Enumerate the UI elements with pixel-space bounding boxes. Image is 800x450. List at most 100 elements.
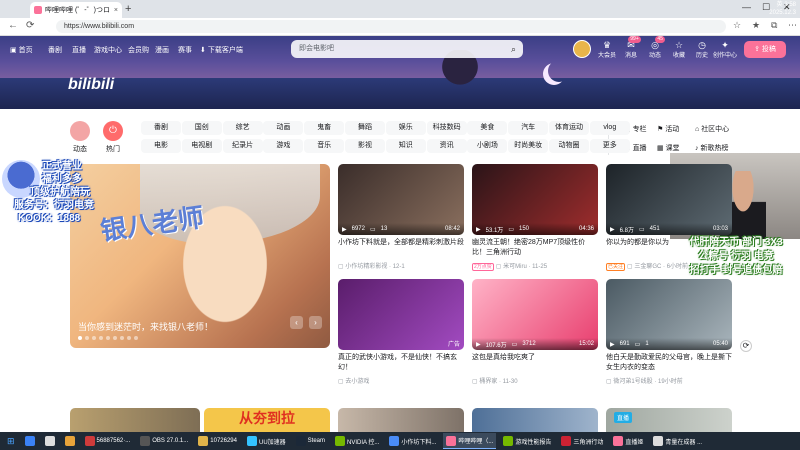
channel-row2-1[interactable]: 电视剧 xyxy=(181,139,222,153)
nav-live[interactable]: 直播 xyxy=(72,45,86,55)
taskbar-app[interactable]: 青量在成器 ... xyxy=(650,433,705,449)
back-button[interactable]: ← xyxy=(8,20,18,31)
nav-home[interactable]: ▣ 首页 xyxy=(10,45,33,55)
taskbar-app[interactable] xyxy=(42,433,58,449)
browser-tab[interactable]: 哔哩哔哩 (゜-゜)つロ 干杯~-bilibili × xyxy=(30,2,122,18)
tab-close-icon[interactable]: × xyxy=(114,7,118,14)
channel-row1-8[interactable]: 美食 xyxy=(467,121,508,135)
video-title[interactable]: 幽灵流王朝！绝密28万MP7顶级性价比！三角洲行动 xyxy=(472,238,598,258)
video-title[interactable]: 你以为的都是你以为 xyxy=(606,238,732,258)
video-thumbnail[interactable]: ▶ 6.8万 ▭ 451 03:03 xyxy=(606,164,732,235)
carousel-dot[interactable] xyxy=(106,336,110,340)
channel-row2-8[interactable]: 小剧场 xyxy=(467,139,508,153)
header-favorites[interactable]: ☆ 收藏 xyxy=(669,40,689,61)
partial-card-1[interactable] xyxy=(70,408,200,432)
channel-row2-10[interactable]: 动物圈 xyxy=(549,139,589,153)
taskbar-app[interactable]: NVIDIA 控... xyxy=(332,433,382,449)
reload-button[interactable]: ⟳ xyxy=(26,20,34,31)
carousel-caption[interactable]: 当你感到迷茫时，来找银八老师！ xyxy=(78,320,213,333)
bilibili-logo[interactable]: bilibili xyxy=(68,76,114,94)
carousel-dot[interactable] xyxy=(92,336,96,340)
taskbar-app[interactable] xyxy=(62,433,78,449)
taskbar-app[interactable]: 哔哩哔哩（... xyxy=(443,433,497,449)
nav-comic[interactable]: 漫画 xyxy=(155,45,169,55)
favorites-icon[interactable]: ★ xyxy=(752,20,760,31)
video-thumbnail[interactable]: ▶ 53.1万 ▭ 150 04:36 xyxy=(472,164,598,235)
video-card[interactable]: ▶ 691 ▭ 1 05:40 他白天是勤政爱民的父母官，晚上是撕下女生内衣的变态 ▢ 微河… xyxy=(606,279,732,385)
channel-row1-11[interactable]: vlog xyxy=(589,121,630,135)
carousel-dot[interactable] xyxy=(99,336,103,340)
channel-row2-6[interactable]: 知识 xyxy=(385,139,426,153)
channel-row1-4[interactable]: 鬼畜 xyxy=(304,121,345,135)
start-button[interactable]: ⊞ xyxy=(4,433,18,449)
video-card[interactable]: ▶ 107.6万 ▭ 3712 15:02 这包是真给我吃爽了 ▢ 桶界家 · 11-30 xyxy=(472,279,598,385)
video-title[interactable]: 这包是真给我吃爽了 xyxy=(472,353,598,373)
video-meta[interactable]: 已关注 ▢ 三金聊GC · 6小时前 xyxy=(606,261,732,271)
channel-row1-0[interactable]: 番剧 xyxy=(141,121,181,135)
channel-row2-5[interactable]: 影视 xyxy=(345,139,385,153)
partial-card-5[interactable]: 直播 xyxy=(606,408,732,432)
search-input[interactable]: 即会电影吧 ⌕ xyxy=(291,40,523,58)
channel-row2-4[interactable]: 音乐 xyxy=(304,139,345,153)
side-link-community[interactable]: ⌂ 社区中心 xyxy=(695,124,729,134)
nav-mall[interactable]: 会员购 xyxy=(128,45,149,55)
nav-anime[interactable]: 番剧 xyxy=(48,45,62,55)
upload-button[interactable]: ⇪ 投稿 xyxy=(744,41,786,58)
side-link-activity[interactable]: ⚑ 活动 xyxy=(657,124,679,134)
system-tray[interactable]: 英 3:58 2025.12.3 xyxy=(769,1,796,17)
user-avatar[interactable] xyxy=(573,40,591,58)
taskbar-app[interactable]: OBS 27.0.1... xyxy=(137,433,191,449)
hot-circle-icon[interactable]: ⏻ xyxy=(103,121,123,141)
channel-row1-3[interactable]: 动画 xyxy=(263,121,304,135)
partial-card-4[interactable] xyxy=(472,408,598,432)
video-meta[interactable]: 2万点赞 ▢ 米可Miru · 11-25 xyxy=(472,261,598,271)
taskbar-app[interactable]: 小作坊下料... xyxy=(386,433,439,449)
video-title[interactable]: 小作坊下料就是，全部都是精彩刺激片段 xyxy=(338,238,464,258)
video-meta[interactable]: ▢ 桶界家 · 11-30 xyxy=(472,376,598,385)
channel-row2-7[interactable]: 资讯 xyxy=(426,139,467,153)
channel-row2-2[interactable]: 纪录片 xyxy=(222,139,263,153)
minimize-button[interactable]: — xyxy=(742,2,751,12)
channel-row1-10[interactable]: 体育运动 xyxy=(549,121,589,135)
video-title[interactable]: 真正的武侠小游戏，不是仙侠！不搞玄幻！ xyxy=(338,353,464,373)
video-thumbnail[interactable]: ▶ 107.6万 ▭ 3712 15:02 xyxy=(472,279,598,350)
channel-row2-0[interactable]: 电影 xyxy=(141,139,181,153)
carousel-prev-button[interactable]: ‹ xyxy=(290,316,303,329)
channel-row2-3[interactable]: 游戏 xyxy=(263,139,304,153)
channel-row1-9[interactable]: 汽车 xyxy=(508,121,549,135)
header-history[interactable]: ◷ 历史 xyxy=(692,40,712,61)
header-messages[interactable]: ✉ 99+ 消息 xyxy=(621,36,641,61)
channel-row2-11[interactable]: 更多 xyxy=(589,139,630,153)
taskbar-app[interactable] xyxy=(22,433,38,449)
video-meta[interactable]: ▢ 小作坊精彩影视 · 12-1 xyxy=(338,261,464,270)
carousel-dot[interactable] xyxy=(113,336,117,340)
nav-download[interactable]: ⬇ 下载客户端 xyxy=(200,45,243,55)
header-vip[interactable]: ♛ 大会员 xyxy=(597,40,617,61)
taskbar-app[interactable]: 游戏性能报告 xyxy=(500,433,554,449)
taskbar-app[interactable]: 直播姬 xyxy=(610,433,646,449)
taskbar-app[interactable]: Steam xyxy=(293,433,328,449)
search-icon[interactable]: ⌕ xyxy=(511,40,516,58)
nav-game-center[interactable]: 游戏中心 xyxy=(94,45,122,55)
video-meta[interactable]: ▢ 去小游戏 xyxy=(338,376,464,385)
carousel-dot[interactable] xyxy=(134,336,138,340)
new-tab-button[interactable]: + xyxy=(125,3,131,15)
carousel-dot[interactable] xyxy=(120,336,124,340)
channel-row1-5[interactable]: 舞蹈 xyxy=(345,121,385,135)
taskbar-app[interactable]: 三角洲行动 xyxy=(558,433,606,449)
more-menu-icon[interactable]: ⋯ xyxy=(788,20,797,31)
video-thumbnail[interactable]: ▶ 6972 ▭ 13 08:42 xyxy=(338,164,464,235)
channel-row2-9[interactable]: 时尚美妆 xyxy=(508,139,549,153)
refresh-feed-button[interactable]: ⟳ xyxy=(740,340,752,352)
carousel-dots[interactable] xyxy=(78,336,138,340)
channel-row1-2[interactable]: 综艺 xyxy=(222,121,263,135)
video-thumbnail[interactable]: 广告 xyxy=(338,279,464,350)
side-link-new-songs[interactable]: ♪ 新歌热榜 xyxy=(695,143,728,153)
taskbar-app[interactable]: 10726294 xyxy=(195,433,240,449)
video-card[interactable]: 广告真正的武侠小游戏，不是仙侠！不搞玄幻！ ▢ 去小游戏 xyxy=(338,279,464,385)
partial-card-3[interactable] xyxy=(338,408,464,432)
video-card[interactable]: ▶ 6972 ▭ 13 08:42 小作坊下料就是，全部都是精彩刺激片段 ▢ 小作坊精彩影视… xyxy=(338,164,464,270)
video-meta[interactable]: ▢ 微河弟1号线股 · 19小时前 xyxy=(606,376,732,385)
url-input[interactable]: https://www.bilibili.com xyxy=(56,20,726,33)
partial-card-2[interactable]: 从夯到拉 xyxy=(204,408,330,432)
